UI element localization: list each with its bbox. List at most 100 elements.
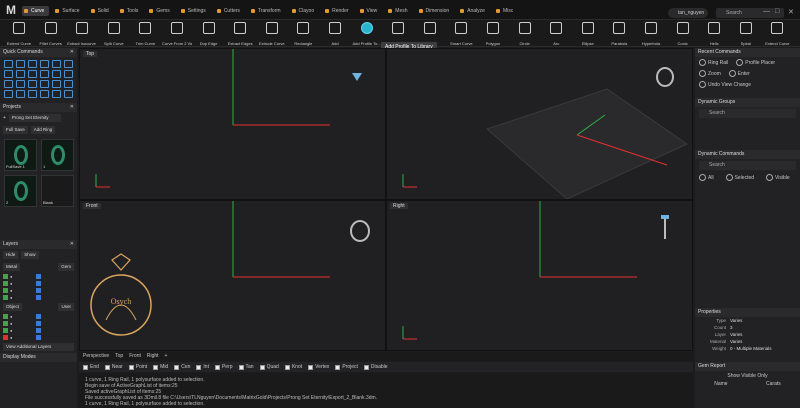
- quick-command-icon[interactable]: [28, 60, 37, 68]
- layer-group-gem[interactable]: Gem: [58, 263, 74, 271]
- quick-command-icon[interactable]: [28, 90, 37, 98]
- eye-icon[interactable]: ●: [10, 274, 12, 279]
- show-visible-only-toggle[interactable]: Show Visible Only: [695, 371, 800, 381]
- hide-layers-button[interactable]: Hide: [3, 251, 19, 259]
- recent-command[interactable]: Profile Placer: [732, 57, 779, 68]
- tool-button[interactable]: Smart Curve: [446, 22, 476, 46]
- layer-row[interactable]: ●: [0, 327, 77, 334]
- user-account[interactable]: tan_nguyen: [668, 8, 708, 18]
- layer-row[interactable]: ●: [0, 273, 77, 280]
- layer-row[interactable]: ●: [0, 320, 77, 327]
- quick-command-icon[interactable]: [40, 80, 49, 88]
- viewport-tab-perspective[interactable]: Perspective: [83, 352, 109, 361]
- tool-button[interactable]: [383, 22, 413, 41]
- minimize-icon[interactable]: —: [763, 8, 770, 15]
- viewport-right[interactable]: Right: [386, 200, 693, 351]
- tool-button[interactable]: Fillet Curves: [36, 22, 66, 46]
- snap-mid[interactable]: Mid: [153, 364, 168, 370]
- filter-visible[interactable]: Visible: [762, 172, 794, 183]
- snap-int[interactable]: Int: [196, 364, 209, 370]
- menu-tab-misc[interactable]: Misc: [494, 6, 518, 16]
- menu-tab-view[interactable]: View: [358, 6, 383, 16]
- menu-tab-gems[interactable]: Gems: [147, 6, 174, 16]
- menu-tab-solid[interactable]: Solid: [89, 6, 114, 16]
- checkbox[interactable]: [128, 364, 134, 370]
- dynamic-groups-search[interactable]: Search: [699, 109, 796, 118]
- checkbox[interactable]: [196, 364, 202, 370]
- filter-all[interactable]: All: [695, 172, 718, 183]
- recent-command[interactable]: Zoom: [695, 68, 725, 79]
- quick-command-icon[interactable]: [16, 80, 25, 88]
- top-search-input[interactable]: Search: [716, 8, 784, 18]
- quick-command-icon[interactable]: [4, 70, 13, 78]
- snap-knot[interactable]: Knot: [284, 364, 302, 370]
- layer-row[interactable]: ●: [0, 294, 77, 301]
- layer-row[interactable]: ●: [0, 280, 77, 287]
- project-thumb[interactable]: Blank: [41, 175, 74, 207]
- tool-button[interactable]: Dup Edge: [194, 22, 224, 46]
- quick-command-icon[interactable]: [40, 60, 49, 68]
- viewport-perspective[interactable]: [386, 48, 693, 200]
- close-icon[interactable]: ✕: [70, 48, 74, 57]
- checkbox[interactable]: [284, 364, 290, 370]
- tool-button[interactable]: Extend Curve: [762, 22, 792, 46]
- quick-command-icon[interactable]: [52, 80, 61, 88]
- eye-icon[interactable]: ●: [10, 321, 12, 326]
- quick-command-icon[interactable]: [64, 80, 73, 88]
- quick-command-icon[interactable]: [16, 70, 25, 78]
- menu-tab-transform[interactable]: Transform: [249, 6, 286, 16]
- snap-tan[interactable]: Tan: [238, 364, 254, 370]
- snap-end[interactable]: End: [83, 364, 99, 370]
- tool-button[interactable]: Conic: [668, 22, 698, 46]
- quick-command-icon[interactable]: [16, 60, 25, 68]
- tool-button[interactable]: Spiral: [731, 22, 761, 46]
- quick-command-icon[interactable]: [28, 70, 37, 78]
- quick-command-icon[interactable]: [64, 60, 73, 68]
- menu-tab-surface[interactable]: Surface: [53, 6, 84, 16]
- snap-cen[interactable]: Cen: [174, 364, 190, 370]
- quick-command-icon[interactable]: [40, 90, 49, 98]
- checkbox[interactable]: [153, 364, 159, 370]
- checkbox[interactable]: [104, 364, 110, 370]
- view-additional-layers-button[interactable]: View Additional Layers: [3, 343, 74, 351]
- tool-button[interactable]: Circle: [510, 22, 540, 46]
- checkbox[interactable]: [335, 364, 341, 370]
- layer-group-object[interactable]: Object: [3, 303, 23, 311]
- quick-command-icon[interactable]: [4, 90, 13, 98]
- menu-tab-clayoo[interactable]: Clayoo: [290, 6, 320, 16]
- add-viewport-icon[interactable]: +: [165, 352, 168, 361]
- checkbox[interactable]: [238, 364, 244, 370]
- eye-icon[interactable]: ●: [10, 328, 12, 333]
- close-icon[interactable]: ✕: [70, 240, 74, 249]
- tool-button[interactable]: Curve From 2 Views: [162, 22, 192, 46]
- quick-command-icon[interactable]: [16, 90, 25, 98]
- quick-command-icon[interactable]: [4, 60, 13, 68]
- close-icon[interactable]: ✕: [788, 8, 794, 16]
- tool-button[interactable]: Extract Edges: [225, 22, 255, 46]
- recent-command[interactable]: Ring Rail: [695, 57, 732, 68]
- checkbox[interactable]: [83, 364, 88, 370]
- snap-project[interactable]: Project: [335, 364, 358, 370]
- quick-command-icon[interactable]: [4, 80, 13, 88]
- snap-vertex[interactable]: Vertex: [308, 364, 329, 370]
- project-thumb[interactable]: FullSave 1: [4, 139, 37, 171]
- menu-tab-tools[interactable]: Tools: [118, 6, 144, 16]
- quick-command-icon[interactable]: [64, 70, 73, 78]
- recent-command[interactable]: Undo View Change: [695, 79, 755, 90]
- snap-perp[interactable]: Perp: [214, 364, 233, 370]
- full-save-button[interactable]: Full Save: [3, 126, 28, 134]
- menu-tab-cutters[interactable]: Cutters: [215, 6, 245, 16]
- menu-tab-settings[interactable]: Settings: [179, 6, 211, 16]
- tool-button[interactable]: Trim Curve: [130, 22, 160, 46]
- tool-button[interactable]: Extend Curve: [4, 22, 34, 46]
- eye-icon[interactable]: ●: [10, 288, 12, 293]
- maximize-icon[interactable]: □: [775, 8, 779, 15]
- menu-tab-render[interactable]: Render: [323, 6, 353, 16]
- tool-button[interactable]: Add Profile To...: [352, 22, 382, 46]
- checkbox[interactable]: [174, 364, 180, 370]
- add-ring-button[interactable]: Add Ring: [30, 126, 56, 134]
- quick-command-icon[interactable]: [52, 70, 61, 78]
- viewport-top[interactable]: Top: [79, 48, 386, 200]
- viewport-tab-front[interactable]: Front: [129, 352, 141, 361]
- radio-icon[interactable]: [699, 174, 706, 181]
